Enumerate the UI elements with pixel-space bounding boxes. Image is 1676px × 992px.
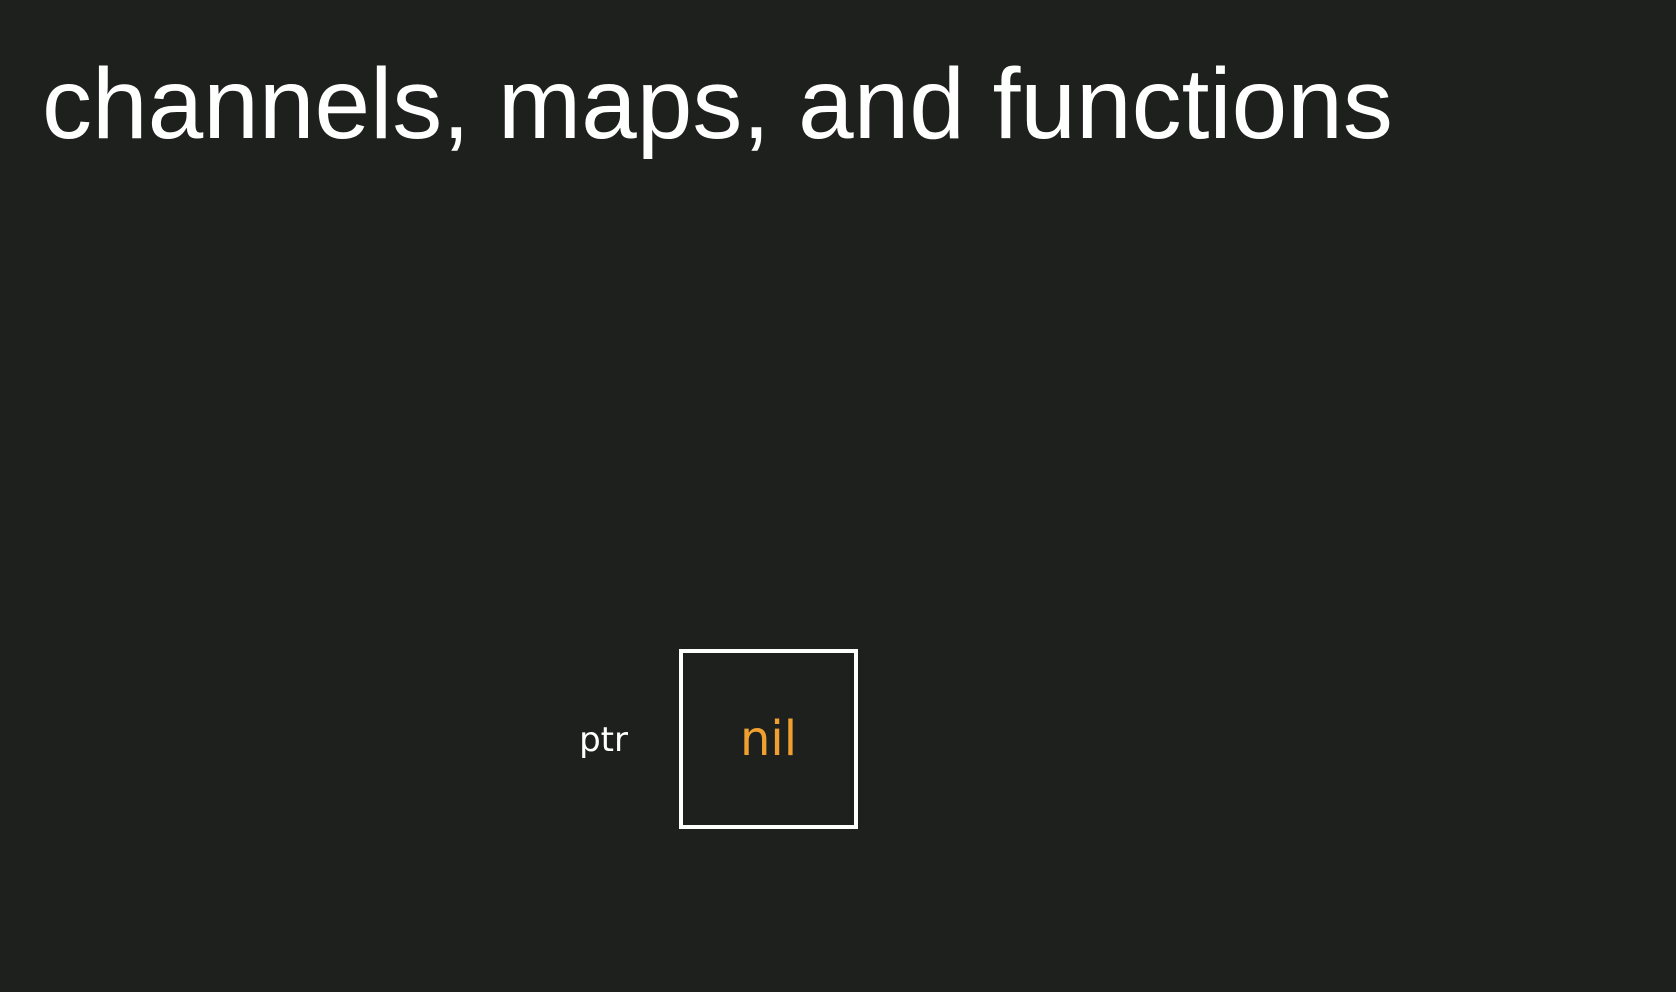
variable-name-label: ptr xyxy=(579,720,628,760)
variable-value: nil xyxy=(739,711,798,767)
slide-title: channels, maps, and functions xyxy=(42,48,1393,160)
variable-memory-box: nil xyxy=(679,649,858,829)
slide: channels, maps, and functions ptr nil xyxy=(0,0,1676,992)
